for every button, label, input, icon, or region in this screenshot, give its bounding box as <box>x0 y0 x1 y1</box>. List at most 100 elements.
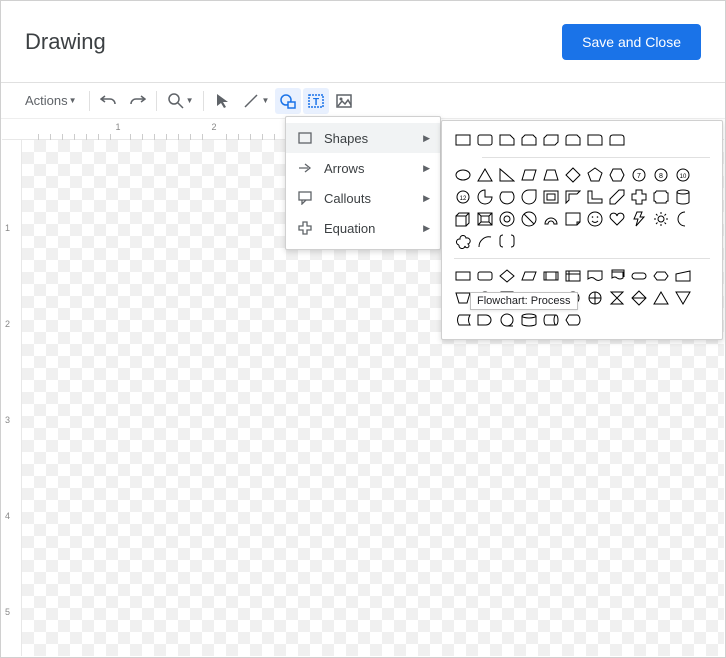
submenu-arrow-icon: ▶ <box>423 223 430 234</box>
shape-flowchart-process[interactable] <box>454 267 472 285</box>
shape-l-shape[interactable] <box>586 188 604 206</box>
shape-flowchart-multidocument[interactable] <box>608 267 626 285</box>
svg-text:10: 10 <box>680 174 687 180</box>
save-and-close-button[interactable]: Save and Close <box>562 24 701 60</box>
separator <box>203 91 204 111</box>
svg-text:8: 8 <box>659 173 663 180</box>
shape-cloud[interactable] <box>454 232 472 250</box>
shape-flowchart-predefined[interactable] <box>542 267 560 285</box>
menu-item-callouts[interactable]: Callouts ▶ <box>286 183 440 213</box>
shape-teardrop[interactable] <box>520 188 538 206</box>
shape-rectangle[interactable] <box>454 131 472 149</box>
shape-donut[interactable] <box>498 210 516 228</box>
shape-flowchart-internal-storage[interactable] <box>564 267 582 285</box>
shape-rounded-rect[interactable] <box>476 131 494 149</box>
shape-flowchart-merge[interactable] <box>674 289 692 307</box>
undo-button[interactable] <box>96 88 122 114</box>
shape-flowchart-seq-access[interactable] <box>498 311 516 329</box>
shape-bevel[interactable] <box>476 210 494 228</box>
shape-flowchart-data[interactable] <box>520 267 538 285</box>
magnifier-icon <box>167 92 185 110</box>
shape-flowchart-terminator[interactable] <box>630 267 648 285</box>
shape-flowchart-display[interactable] <box>564 311 582 329</box>
shape-sun[interactable] <box>652 210 670 228</box>
arrow-icon <box>296 159 314 177</box>
toolbar: Actions▼ ▼ ▼ T <box>1 83 725 119</box>
shape-snip-same[interactable] <box>520 131 538 149</box>
select-tool-button[interactable] <box>210 88 236 114</box>
palette-separator <box>454 258 710 259</box>
shape-flowchart-stored-data[interactable] <box>454 311 472 329</box>
shape-flowchart-decision[interactable] <box>498 267 516 285</box>
shape-flowchart-manual-input[interactable] <box>674 267 692 285</box>
ruler-mark: 2 <box>211 122 216 132</box>
shape-flowchart-magnetic-disk[interactable] <box>520 311 538 329</box>
separator <box>156 91 157 111</box>
shape-cube[interactable] <box>454 210 472 228</box>
shape-heptagon[interactable]: 7 <box>630 166 648 184</box>
shape-diamond[interactable] <box>564 166 582 184</box>
shape-flowchart-extract[interactable] <box>652 289 670 307</box>
zoom-button[interactable]: ▼ <box>163 88 198 114</box>
shape-half-frame[interactable] <box>564 188 582 206</box>
shape-diagonal-stripe[interactable] <box>608 188 626 206</box>
shape-no-symbol[interactable] <box>520 210 538 228</box>
shape-dodecagon[interactable]: 12 <box>454 188 472 206</box>
shape-lightning[interactable] <box>630 210 648 228</box>
shape-snip-single[interactable] <box>498 131 516 149</box>
cursor-icon <box>214 92 232 110</box>
shape-flowchart-preparation[interactable] <box>652 267 670 285</box>
menu-item-shapes[interactable]: Shapes ▶ <box>286 123 440 153</box>
dialog-header: Drawing Save and Close <box>1 1 725 83</box>
shape-hexagon[interactable] <box>608 166 626 184</box>
shape-trapezoid[interactable] <box>542 166 560 184</box>
shape-flowchart-sort[interactable] <box>630 289 648 307</box>
shape-block-arc[interactable] <box>542 210 560 228</box>
shape-flowchart-direct-access[interactable] <box>542 311 560 329</box>
shape-cross[interactable] <box>630 188 648 206</box>
shape-can[interactable] <box>674 188 692 206</box>
shape-tool-button[interactable] <box>275 88 301 114</box>
shape-oval[interactable] <box>454 166 472 184</box>
undo-icon <box>100 92 118 110</box>
menu-item-arrows[interactable]: Arrows ▶ <box>286 153 440 183</box>
shape-snip-diag[interactable] <box>542 131 560 149</box>
shape-octagon[interactable]: 8 <box>652 166 670 184</box>
shape-tooltip: Flowchart: Process <box>470 292 578 310</box>
shape-flowchart-delay[interactable] <box>476 311 494 329</box>
callout-icon <box>296 189 314 207</box>
shape-pentagon[interactable] <box>586 166 604 184</box>
shape-flowchart-document[interactable] <box>586 267 604 285</box>
line-tool-button[interactable]: ▼ <box>238 88 273 114</box>
textbox-tool-button[interactable]: T <box>303 88 329 114</box>
shape-smiley[interactable] <box>586 210 604 228</box>
shape-flowchart-collate[interactable] <box>608 289 626 307</box>
redo-button[interactable] <box>124 88 150 114</box>
shape-flowchart-alt-process[interactable] <box>476 267 494 285</box>
svg-text:T: T <box>313 97 319 108</box>
image-tool-button[interactable] <box>331 88 357 114</box>
shape-parallelogram[interactable] <box>520 166 538 184</box>
shape-triangle[interactable] <box>476 166 494 184</box>
shape-flowchart-or[interactable] <box>586 289 604 307</box>
shape-round-single[interactable] <box>586 131 604 149</box>
actions-menu-button[interactable]: Actions▼ <box>19 88 83 114</box>
shape-round-same[interactable] <box>608 131 626 149</box>
shape-snip-round[interactable] <box>564 131 582 149</box>
textbox-icon: T <box>307 92 325 110</box>
svg-text:12: 12 <box>460 196 467 202</box>
shape-right-triangle[interactable] <box>498 166 516 184</box>
shape-pie[interactable] <box>476 188 494 206</box>
shape-chord[interactable] <box>498 188 516 206</box>
menu-item-equation[interactable]: Equation ▶ <box>286 213 440 243</box>
shape-decagon[interactable]: 10 <box>674 166 692 184</box>
submenu-arrow-icon: ▶ <box>423 133 430 144</box>
menu-label: Arrows <box>324 161 364 176</box>
shape-frame[interactable] <box>542 188 560 206</box>
shape-folded-corner[interactable] <box>564 210 582 228</box>
shape-arc[interactable] <box>476 232 494 250</box>
shape-moon[interactable] <box>674 210 692 228</box>
shape-plaque[interactable] <box>652 188 670 206</box>
shape-heart[interactable] <box>608 210 626 228</box>
shape-bracket-pair[interactable] <box>498 232 516 250</box>
